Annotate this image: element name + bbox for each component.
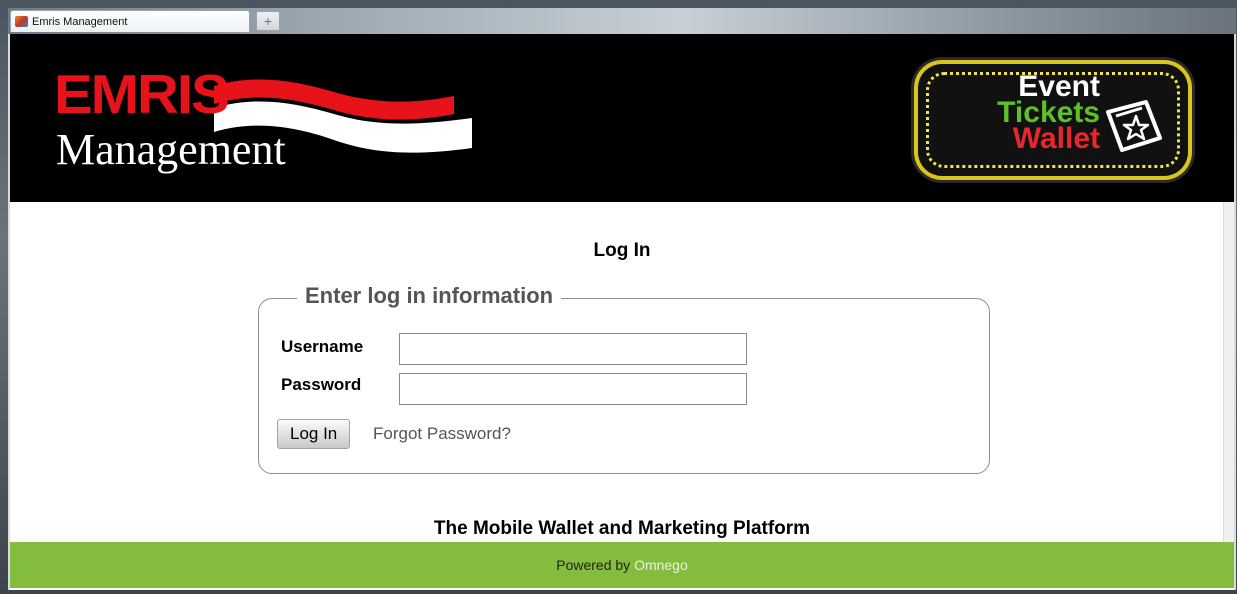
logo-brand: EMRIS <box>54 63 230 126</box>
login-fieldset: Enter log in information Username Passwo… <box>258 283 990 474</box>
password-label: Password <box>281 375 362 394</box>
emris-favicon-icon <box>15 16 28 27</box>
vertical-scrollbar[interactable] <box>1223 202 1234 542</box>
site-header: EMRIS Management Event Tickets Wallet <box>10 34 1234 202</box>
username-input[interactable] <box>399 333 747 365</box>
page-viewport: EMRIS Management Event Tickets Wallet Lo… <box>10 34 1234 590</box>
logo-subtitle: Management <box>56 125 286 174</box>
tab-strip: Emris Management + <box>8 8 1236 34</box>
username-label: Username <box>281 337 364 356</box>
password-input[interactable] <box>399 373 747 405</box>
powered-by-text: Powered by <box>556 557 631 573</box>
fieldset-legend: Enter log in information <box>297 283 562 309</box>
page-title: Log In <box>593 240 651 261</box>
platform-tagline: The Mobile Wallet and Marketing Platform <box>433 518 811 539</box>
badge-word-wallet: Wallet <box>1012 122 1100 155</box>
site-footer: Powered by Omnego <box>10 542 1234 588</box>
emris-logo[interactable]: EMRIS Management <box>54 66 474 176</box>
login-button[interactable]: Log In <box>277 419 351 449</box>
browser-window: Emris Management + EMRIS Management Even… <box>8 8 1236 590</box>
forgot-password-link[interactable]: Forgot Password? <box>373 424 511 444</box>
tab-emris-management[interactable]: Emris Management <box>10 10 250 32</box>
event-tickets-wallet-badge[interactable]: Event Tickets Wallet <box>918 64 1188 176</box>
tab-title: Emris Management <box>32 15 128 28</box>
wallet-star-icon <box>1106 100 1162 152</box>
omnego-link[interactable]: Omnego <box>634 557 688 573</box>
new-tab-button[interactable]: + <box>256 11 280 31</box>
badge-text: Event Tickets Wallet <box>950 72 1100 155</box>
